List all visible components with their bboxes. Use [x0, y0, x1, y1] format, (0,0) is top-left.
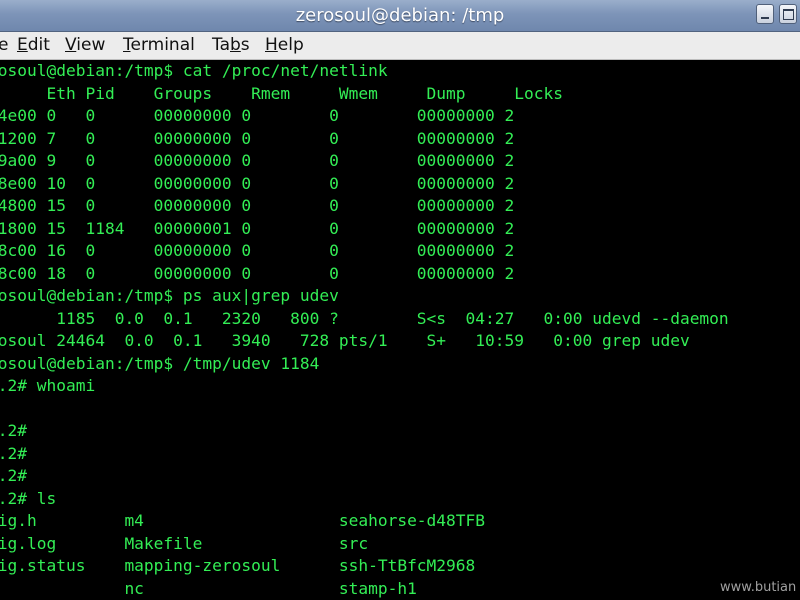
- minimize-button[interactable]: [756, 4, 774, 24]
- terminal-line: 21800 15 1184 00000001 0 0 00000000 2: [0, 218, 515, 238]
- terminal-line: 88e00 10 0 00000000 0 0 00000000 2: [0, 173, 515, 193]
- terminal-line: 3.2# ls: [0, 488, 57, 508]
- terminal-line: 3.2#: [0, 443, 27, 463]
- terminal-line: c4800 15 0 00000000 0 0 00000000 2: [0, 196, 515, 215]
- menu-bar: e Edit View Terminal Tabs Help: [0, 32, 800, 60]
- terminal-line: nc stamp-h1: [0, 578, 417, 598]
- terminal-line: rosoul@debian:/tmp$ ps aux|grep udev: [0, 286, 339, 305]
- terminal-line: 78c00 16 0 00000000 0 0 00000000 2: [0, 241, 515, 260]
- terminal-line: rosoul@debian:/tmp$ cat /proc/net/netlin…: [0, 61, 388, 80]
- terminal-line: rosoul@debian:/tmp$ /tmp/udev 1184: [0, 353, 320, 373]
- menu-help[interactable]: Help: [265, 32, 304, 59]
- menu-tabs[interactable]: Tabs: [212, 32, 250, 59]
- window-title: zerosoul@debian: /tmp: [295, 5, 505, 26]
- terminal-line: b1200 7 0 00000000 0 0 00000000 2: [0, 128, 515, 148]
- terminal-line: 3.2#: [0, 421, 27, 440]
- menu-view[interactable]: View: [65, 32, 105, 59]
- terminal-line: fig.log Makefile src: [0, 533, 369, 553]
- terminal-output[interactable]: rosoul@debian:/tmp$ cat /proc/net/netlin…: [0, 60, 800, 600]
- terminal-line: fig.h m4 seahorse-d48TFB: [0, 511, 486, 530]
- terminal-line: fig.status mapping-zerosoul ssh-TtBfcM29…: [0, 556, 476, 575]
- terminal-line: c4e00 0 0 00000000 0 0 00000000 2: [0, 106, 515, 125]
- terminal-window: zerosoul@debian: /tmp e Edit View Termin…: [0, 0, 800, 600]
- menu-edit[interactable]: Edit: [17, 32, 50, 59]
- terminal-line: Eth Pid Groups Rmem Wmem Dump Locks: [0, 83, 563, 103]
- menu-file[interactable]: e: [0, 32, 8, 59]
- terminal-line: a9a00 9 0 00000000 0 0 00000000 2: [0, 151, 515, 170]
- title-bar[interactable]: zerosoul@debian: /tmp: [0, 0, 800, 32]
- watermark: www.butian: [720, 580, 797, 595]
- maximize-button[interactable]: [779, 4, 797, 24]
- terminal-line: 3.2# whoami: [0, 376, 96, 395]
- menu-terminal[interactable]: Terminal: [123, 32, 195, 59]
- terminal-line: rosoul 24464 0.0 0.1 3940 728 pts/1 S+ 1…: [0, 331, 690, 350]
- terminal-line: 28c00 18 0 00000000 0 0 00000000 2: [0, 263, 515, 283]
- terminal-line: 3.2#: [0, 466, 27, 485]
- terminal-line: t 1185 0.0 0.1 2320 800 ? S<s 04:27 0:00…: [0, 308, 729, 328]
